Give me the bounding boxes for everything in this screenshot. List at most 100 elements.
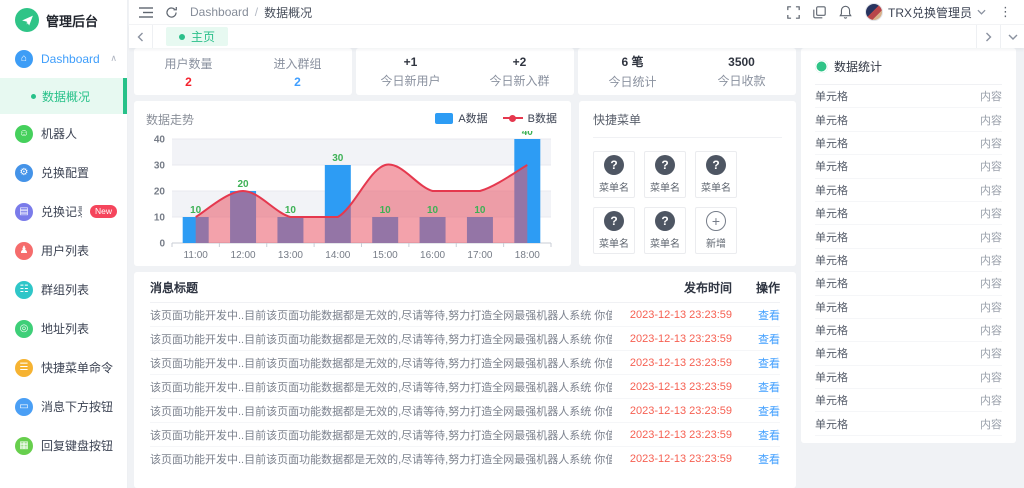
table-row: 该页面功能开发中..目前该页面功能数据都是无效的,尽请等待,努力打造全网最强机器… bbox=[150, 303, 780, 327]
svg-text:11:00: 11:00 bbox=[184, 250, 209, 261]
sidebar-item-label: 快捷菜单命令 bbox=[41, 359, 113, 376]
legend-item[interactable]: A数据 bbox=[435, 110, 487, 126]
sidebar-item[interactable]: ▦ 回复键盘按钮 bbox=[0, 426, 127, 465]
paper-plane-icon bbox=[15, 8, 39, 32]
panel-cell-label: 单元格 bbox=[815, 158, 848, 174]
sidebar-item-icon: ▤ bbox=[15, 203, 33, 221]
topbar-right: TRX兑换管理员 ⋮ bbox=[787, 3, 1012, 21]
user-menu[interactable]: TRX兑换管理员 bbox=[865, 3, 986, 21]
sidebar-item-icon: ♟ bbox=[15, 242, 33, 260]
active-dot-icon bbox=[31, 94, 36, 99]
stat-top: +1 bbox=[404, 55, 418, 69]
sidebar-item-icon: ◎ bbox=[15, 320, 33, 338]
panel-cell-label: 单元格 bbox=[815, 135, 848, 151]
table-row: 该页面功能开发中..目前该页面功能数据都是无效的,尽请等待,努力打造全网最强机器… bbox=[150, 351, 780, 375]
publish-time: 2023-12-13 23:23:59 bbox=[612, 309, 732, 321]
fullscreen-icon[interactable] bbox=[787, 6, 800, 19]
stat-top: 进入群组 bbox=[273, 55, 321, 72]
tabs-scroll-left-icon[interactable] bbox=[129, 25, 153, 48]
stat-top: 3500 bbox=[728, 55, 755, 69]
tabs-scroll-right-icon[interactable] bbox=[976, 25, 1000, 48]
panel-row: 单元格 内容 bbox=[815, 108, 1002, 131]
sidebar-item-label: 群组列表 bbox=[41, 281, 89, 298]
sidebar-item[interactable]: ☷ 群组列表 bbox=[0, 270, 127, 309]
quick-menu-icon: + bbox=[706, 211, 726, 231]
stat-bottom: 今日收款 bbox=[717, 72, 765, 89]
panel-cell-value: 内容 bbox=[980, 135, 1002, 151]
stat-top: 用户数量 bbox=[164, 55, 212, 72]
quick-menu-title: 快捷菜单 bbox=[593, 111, 782, 138]
svg-text:0: 0 bbox=[159, 239, 165, 250]
documents-icon[interactable] bbox=[813, 6, 826, 19]
kebab-menu-icon[interactable]: ⋮ bbox=[999, 4, 1012, 20]
quick-menu-tile[interactable]: + 新增 bbox=[695, 207, 737, 254]
table-row: 该页面功能开发中..目前该页面功能数据都是无效的,尽请等待,努力打造全网最强机器… bbox=[150, 399, 780, 423]
header-message-title: 消息标题 bbox=[150, 279, 612, 296]
user-avatar[interactable] bbox=[865, 3, 883, 21]
svg-text:16:00: 16:00 bbox=[420, 250, 445, 261]
dashboard-icon: ⌂ bbox=[15, 50, 33, 68]
sidebar-item[interactable]: ▤ 兑换记录 New bbox=[0, 192, 127, 231]
sidebar-subitem-label: 数据概况 bbox=[42, 88, 90, 105]
quick-menu-tile[interactable]: ? 菜单名 bbox=[644, 207, 686, 254]
tab-home[interactable]: 主页 bbox=[166, 27, 228, 46]
message-title: 该页面功能开发中..目前该页面功能数据都是无效的,尽请等待,努力打造全网最强机器… bbox=[150, 427, 612, 443]
panel-cell-value: 内容 bbox=[980, 322, 1002, 338]
tabs-dropdown-icon[interactable] bbox=[1000, 25, 1024, 48]
message-title: 该页面功能开发中..目前该页面功能数据都是无效的,尽请等待,努力打造全网最强机器… bbox=[150, 403, 612, 419]
publish-time: 2023-12-13 23:23:59 bbox=[612, 453, 732, 465]
sidebar-item[interactable]: ☺ 机器人 bbox=[0, 114, 127, 153]
sidebar-item-icon: ⚙ bbox=[15, 164, 33, 182]
panel-cell-label: 单元格 bbox=[815, 299, 848, 315]
sidebar-item[interactable]: ▭ 消息下方按钮 bbox=[0, 387, 127, 426]
publish-time: 2023-12-13 23:23:59 bbox=[612, 357, 732, 369]
collapse-menu-icon[interactable] bbox=[139, 7, 153, 18]
sidebar-item-icon: ☺ bbox=[15, 125, 33, 143]
legend-label: A数据 bbox=[458, 110, 487, 126]
sidebar-item[interactable]: ◎ 地址列表 bbox=[0, 309, 127, 348]
panel-row: 单元格 内容 bbox=[815, 272, 1002, 295]
quick-menu-tile[interactable]: ? 菜单名 bbox=[644, 151, 686, 198]
table-header-row: 消息标题 发布时间 操作 bbox=[150, 272, 780, 303]
table-row: 该页面功能开发中..目前该页面功能数据都是无效的,尽请等待,努力打造全网最强机器… bbox=[150, 375, 780, 399]
panel-cell-value: 内容 bbox=[980, 182, 1002, 198]
view-link[interactable]: 查看 bbox=[732, 403, 780, 419]
breadcrumb-parent[interactable]: Dashboard bbox=[190, 5, 249, 19]
stat-bottom: 2 bbox=[294, 75, 301, 89]
breadcrumb-separator: / bbox=[255, 5, 258, 19]
refresh-icon[interactable] bbox=[165, 6, 178, 19]
view-link[interactable]: 查看 bbox=[732, 355, 780, 371]
trend-chart-card: 数据走势 A数据 B数据 01020304011:0012:0013:0014:… bbox=[134, 101, 571, 266]
topbar: Dashboard / 数据概况 TRX兑换管理员 ⋮ bbox=[129, 0, 1024, 24]
sidebar-item[interactable]: ☰ 快捷菜单命令 bbox=[0, 348, 127, 387]
publish-time: 2023-12-13 23:23:59 bbox=[612, 429, 732, 441]
panel-cell-value: 内容 bbox=[980, 252, 1002, 268]
sidebar-item[interactable]: ♟ 用户列表 bbox=[0, 231, 127, 270]
message-title: 该页面功能开发中..目前该页面功能数据都是无效的,尽请等待,努力打造全网最强机器… bbox=[150, 331, 612, 347]
sidebar-item-label: 用户列表 bbox=[41, 242, 89, 259]
tab-active-dot-icon bbox=[179, 34, 185, 40]
quick-menu-tile[interactable]: ? 菜单名 bbox=[593, 151, 635, 198]
quick-menu-icon: ? bbox=[604, 211, 624, 231]
sidebar-item[interactable]: ⚙ 兑换配置 bbox=[0, 153, 127, 192]
quick-menu-tile[interactable]: ? 菜单名 bbox=[593, 207, 635, 254]
legend-item[interactable]: B数据 bbox=[503, 110, 557, 126]
legend-marker-icon bbox=[435, 113, 453, 124]
sidebar-item-icon: ☷ bbox=[15, 281, 33, 299]
view-link[interactable]: 查看 bbox=[732, 307, 780, 323]
sidebar-item-dashboard[interactable]: ⌂ Dashboard ∧ bbox=[0, 39, 127, 78]
svg-text:13:00: 13:00 bbox=[278, 250, 303, 261]
svg-text:10: 10 bbox=[190, 205, 202, 216]
tabbar: 主页 bbox=[129, 24, 1024, 48]
view-link[interactable]: 查看 bbox=[732, 379, 780, 395]
sidebar-subitem-data-overview[interactable]: 数据概况 bbox=[0, 78, 127, 114]
view-link[interactable]: 查看 bbox=[732, 427, 780, 443]
svg-text:14:00: 14:00 bbox=[325, 250, 350, 261]
sidebar-item-icon: ▭ bbox=[15, 398, 33, 416]
quick-menu-tile[interactable]: ? 菜单名 bbox=[695, 151, 737, 198]
green-ring-icon bbox=[815, 60, 828, 73]
bell-icon[interactable] bbox=[839, 5, 852, 19]
view-link[interactable]: 查看 bbox=[732, 331, 780, 347]
panel-cell-label: 单元格 bbox=[815, 112, 848, 128]
view-link[interactable]: 查看 bbox=[732, 451, 780, 467]
